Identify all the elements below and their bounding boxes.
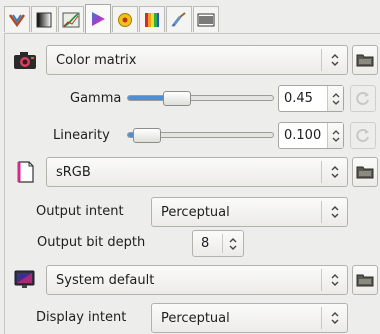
updown-chevron-icon xyxy=(223,237,243,251)
output-profile-icon xyxy=(16,160,36,188)
display-profile-combo[interactable]: System default xyxy=(46,265,348,295)
color-play-icon xyxy=(92,12,105,26)
tab-color-adjust[interactable] xyxy=(139,6,165,32)
updown-chevron-icon xyxy=(322,311,347,325)
tab-bar xyxy=(0,0,380,36)
output-bit-depth-combo[interactable]: 8 xyxy=(192,230,244,257)
output-profile-combo[interactable]: sRGB xyxy=(46,157,348,187)
output-profile-open-button[interactable] xyxy=(352,157,378,187)
tab-transform[interactable] xyxy=(4,6,30,32)
updown-chevron-icon xyxy=(322,205,347,219)
tab-curves[interactable] xyxy=(58,6,84,32)
display-intent-label: Display intent xyxy=(36,310,127,325)
updown-chevron-icon xyxy=(322,165,347,179)
wb-icon xyxy=(118,12,132,27)
updown-chevron-icon xyxy=(322,273,347,287)
folder-icon xyxy=(356,166,374,179)
display-intent-combo[interactable]: Perceptual xyxy=(151,303,348,333)
linearity-reset-button[interactable] xyxy=(350,122,376,149)
output-profile-value: sRGB xyxy=(56,164,91,180)
display-profile-value: System default xyxy=(56,272,155,288)
linearity-slider-handle[interactable] xyxy=(132,128,161,143)
input-profile-combo[interactable]: Color matrix xyxy=(46,45,348,75)
tab-white-balance[interactable] xyxy=(112,6,138,32)
display-intent-value: Perceptual xyxy=(161,310,230,326)
gamma-label: Gamma xyxy=(70,91,122,106)
tab-levels[interactable] xyxy=(31,6,57,32)
gamma-slider-handle[interactable] xyxy=(162,91,191,106)
input-profile-value: Color matrix xyxy=(56,52,137,68)
reset-icon xyxy=(356,91,369,105)
output-intent-label: Output intent xyxy=(36,204,124,219)
gamma-slider[interactable] xyxy=(127,95,274,101)
output-bit-depth-label: Output bit depth xyxy=(37,235,146,250)
metadata-icon xyxy=(197,13,215,26)
transform-icon xyxy=(8,13,26,27)
gamma-spinbox[interactable]: 0.45 xyxy=(278,85,344,112)
levels-icon xyxy=(36,12,52,27)
linearity-spinbox[interactable]: 0.100 xyxy=(278,122,344,149)
rainbow-icon xyxy=(145,12,159,27)
linearity-label: Linearity xyxy=(53,128,110,143)
output-intent-combo[interactable]: Perceptual xyxy=(151,197,348,227)
input-profile-open-button[interactable] xyxy=(352,45,378,75)
output-bit-depth-value: 8 xyxy=(201,236,210,251)
folder-icon xyxy=(356,54,374,67)
spin-arrows-icon[interactable] xyxy=(327,123,343,148)
monitor-icon xyxy=(14,268,36,294)
gamma-reset-button[interactable] xyxy=(350,85,376,112)
tab-retouch[interactable] xyxy=(166,6,192,32)
updown-chevron-icon xyxy=(322,53,347,67)
tab-color[interactable] xyxy=(85,4,111,33)
brush-icon xyxy=(171,11,186,27)
camera-icon xyxy=(13,49,37,75)
linearity-value: 0.100 xyxy=(284,128,322,143)
tab-metadata[interactable] xyxy=(193,6,219,32)
spin-arrows-icon[interactable] xyxy=(327,86,343,111)
display-profile-open-button[interactable] xyxy=(352,265,378,295)
output-intent-value: Perceptual xyxy=(161,204,230,220)
curves-icon xyxy=(62,12,80,27)
gamma-value: 0.45 xyxy=(284,91,313,106)
reset-icon xyxy=(356,128,369,142)
folder-icon xyxy=(356,274,374,287)
